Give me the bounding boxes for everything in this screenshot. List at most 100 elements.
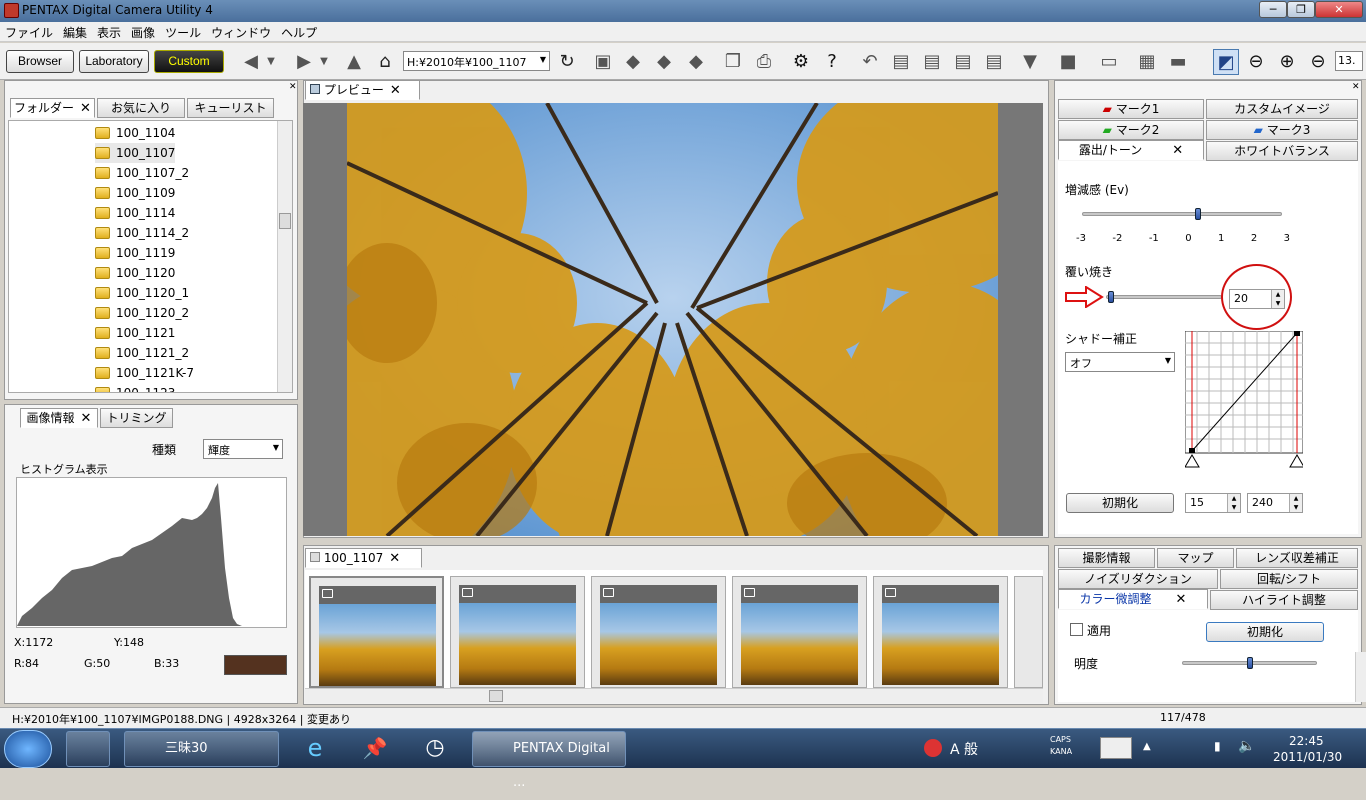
spinner-icon[interactable]: ▲ ▼ <box>1289 494 1302 512</box>
thumbnail[interactable] <box>873 576 1008 688</box>
tab-map[interactable]: マップ <box>1157 548 1234 568</box>
start-button[interactable] <box>4 730 52 768</box>
window-icon[interactable]: ▭ <box>1096 49 1122 75</box>
tab-image-info[interactable]: 画像情報 ✕ <box>20 408 98 428</box>
pin-icon[interactable]: 📌 <box>350 731 400 767</box>
kind-select[interactable]: 輝度 ▼ <box>203 439 283 459</box>
folder-item-selected[interactable]: 100_1107 <box>95 143 176 163</box>
menu-edit[interactable]: 編集 <box>58 22 92 43</box>
folder-item[interactable]: 100_1120_2 <box>95 303 189 323</box>
edit-icon[interactable]: ▤ <box>981 49 1007 75</box>
folder-item[interactable]: 100_1120_1 <box>95 283 189 303</box>
folder-item[interactable]: 100_1120 <box>95 263 175 283</box>
ime-icon[interactable] <box>924 739 942 757</box>
close-icon[interactable]: ✕ <box>390 83 401 98</box>
diamond-icon[interactable]: ◆ <box>683 49 709 75</box>
exposure-thumb[interactable] <box>1195 208 1201 220</box>
folder-item[interactable]: 100_1123 <box>95 383 175 392</box>
tray-expand-icon[interactable]: ▲ <box>1143 741 1151 752</box>
tab-color-finetune[interactable]: カラー微調整 ✕ <box>1058 589 1208 609</box>
burn-slider[interactable] <box>1106 295 1222 299</box>
tab-filmstrip[interactable]: 100_1107 ✕ <box>305 548 422 568</box>
shadow-select[interactable]: オフ ▼ <box>1065 352 1175 372</box>
tab-mark1[interactable]: ▰ マーク1 <box>1058 99 1204 119</box>
raw-icon[interactable]: ▦ <box>1134 49 1160 75</box>
clock-app-icon[interactable]: ◷ <box>410 731 460 767</box>
clock-time[interactable]: 22:45 <box>1289 734 1324 748</box>
folder-item[interactable]: 100_1107_2 <box>95 163 189 183</box>
fit-view-icon[interactable]: ◩ <box>1213 49 1239 75</box>
curve-high-field[interactable]: 240 ▲ ▼ <box>1247 493 1303 513</box>
thumbnail-partial[interactable] <box>1014 576 1043 688</box>
folder-item[interactable]: 100_1121K-7 <box>95 363 194 383</box>
exposure-slider[interactable] <box>1082 212 1282 216</box>
paste-icon[interactable]: ▤ <box>888 49 914 75</box>
folder-item[interactable]: 100_1114 <box>95 203 175 223</box>
tab-noise-reduction[interactable]: ノイズリダクション <box>1058 569 1218 589</box>
tab-rotate-shift[interactable]: 回転/シフト <box>1220 569 1358 589</box>
tab-highlight[interactable]: ハイライト調整 <box>1210 590 1358 610</box>
tab-shooting-info[interactable]: 撮影情報 <box>1058 548 1155 568</box>
up-arrow-icon[interactable]: ▲ <box>341 49 367 75</box>
scroll-thumb[interactable] <box>489 690 503 702</box>
back-arrow-icon[interactable]: ◀ <box>238 49 264 75</box>
restore-button[interactable]: ❐ <box>1287 1 1315 18</box>
window-layout-icon[interactable]: ▣ <box>590 49 616 75</box>
custom-button[interactable]: Custom <box>154 50 224 73</box>
thumbnail[interactable] <box>591 576 726 688</box>
tab-mark2[interactable]: ▰ マーク2 <box>1058 120 1204 140</box>
menu-file[interactable]: ファイル <box>0 22 58 43</box>
menu-tools[interactable]: ツール <box>160 22 206 43</box>
folder-item[interactable]: 100_1114_2 <box>95 223 189 243</box>
undo-icon[interactable]: ↶ <box>857 49 883 75</box>
tab-custom-image[interactable]: カスタムイメージ <box>1206 99 1358 119</box>
tab-favorites[interactable]: お気に入り <box>97 98 185 118</box>
thumbnail[interactable] <box>309 576 444 688</box>
home-icon[interactable]: ⌂ <box>372 49 398 75</box>
scroll-thumb[interactable] <box>279 213 291 229</box>
laboratory-button[interactable]: Laboratory <box>79 50 149 73</box>
zoom-minus-icon[interactable]: ⊖ <box>1305 49 1331 75</box>
volume-icon[interactable]: 🔈 <box>1238 738 1255 754</box>
export-icon[interactable]: ▤ <box>950 49 976 75</box>
copy-icon[interactable]: ❐ <box>720 49 746 75</box>
prev-image-icon[interactable]: ◆ <box>620 49 646 75</box>
close-panel-icon[interactable]: ✕ <box>289 82 297 92</box>
taskbar-folder[interactable]: 三昧30 <box>124 731 279 767</box>
close-icon[interactable]: ✕ <box>1172 143 1183 158</box>
media-player-icon[interactable] <box>66 731 110 767</box>
thumbnail[interactable] <box>450 576 585 688</box>
menu-view[interactable]: 表示 <box>92 22 126 43</box>
minimize-button[interactable]: ─ <box>1259 1 1287 18</box>
tab-preview[interactable]: プレビュー ✕ <box>305 80 420 100</box>
brightness-thumb[interactable] <box>1247 657 1253 669</box>
ime-mode[interactable]: A 般 <box>950 739 978 759</box>
taskbar-pentax[interactable]: PENTAX Digital ... <box>472 731 626 790</box>
print-icon[interactable]: ⎙ <box>751 49 777 75</box>
zoom-out-icon[interactable]: ⊖ <box>1243 49 1269 75</box>
zoom-field[interactable]: 13. <box>1335 51 1363 71</box>
close-button[interactable]: ✕ <box>1315 1 1363 18</box>
tab-lens-correction[interactable]: レンズ収差補正 <box>1236 548 1358 568</box>
frame-icon[interactable]: ■ <box>1055 49 1081 75</box>
folder-tool-icon[interactable]: ▬ <box>1165 49 1191 75</box>
close-icon[interactable]: ✕ <box>81 411 92 426</box>
folder-scrollbar[interactable] <box>277 121 292 392</box>
tone-curve[interactable] <box>1184 330 1305 469</box>
tab-white-balance[interactable]: ホワイトバランス <box>1206 141 1358 161</box>
menu-window[interactable]: ウィンドウ <box>206 22 276 43</box>
apply-checkbox[interactable] <box>1070 623 1083 636</box>
folder-item[interactable]: 100_1109 <box>95 183 175 203</box>
thumbnail[interactable] <box>732 576 867 688</box>
close-icon[interactable]: ✕ <box>389 551 400 566</box>
folder-item[interactable]: 100_1121_2 <box>95 343 189 363</box>
stack-icon[interactable]: ▤ <box>919 49 945 75</box>
close-panel-icon[interactable]: ✕ <box>1352 82 1360 92</box>
menu-image[interactable]: 画像 <box>126 22 160 43</box>
close-icon[interactable]: ✕ <box>80 101 91 116</box>
close-icon[interactable]: ✕ <box>1176 592 1187 607</box>
help-icon[interactable]: ? <box>819 49 845 75</box>
folder-item[interactable]: 100_1119 <box>95 243 175 263</box>
ime-pad-icon[interactable] <box>1100 737 1132 759</box>
browser-button[interactable]: Browser <box>6 50 74 73</box>
